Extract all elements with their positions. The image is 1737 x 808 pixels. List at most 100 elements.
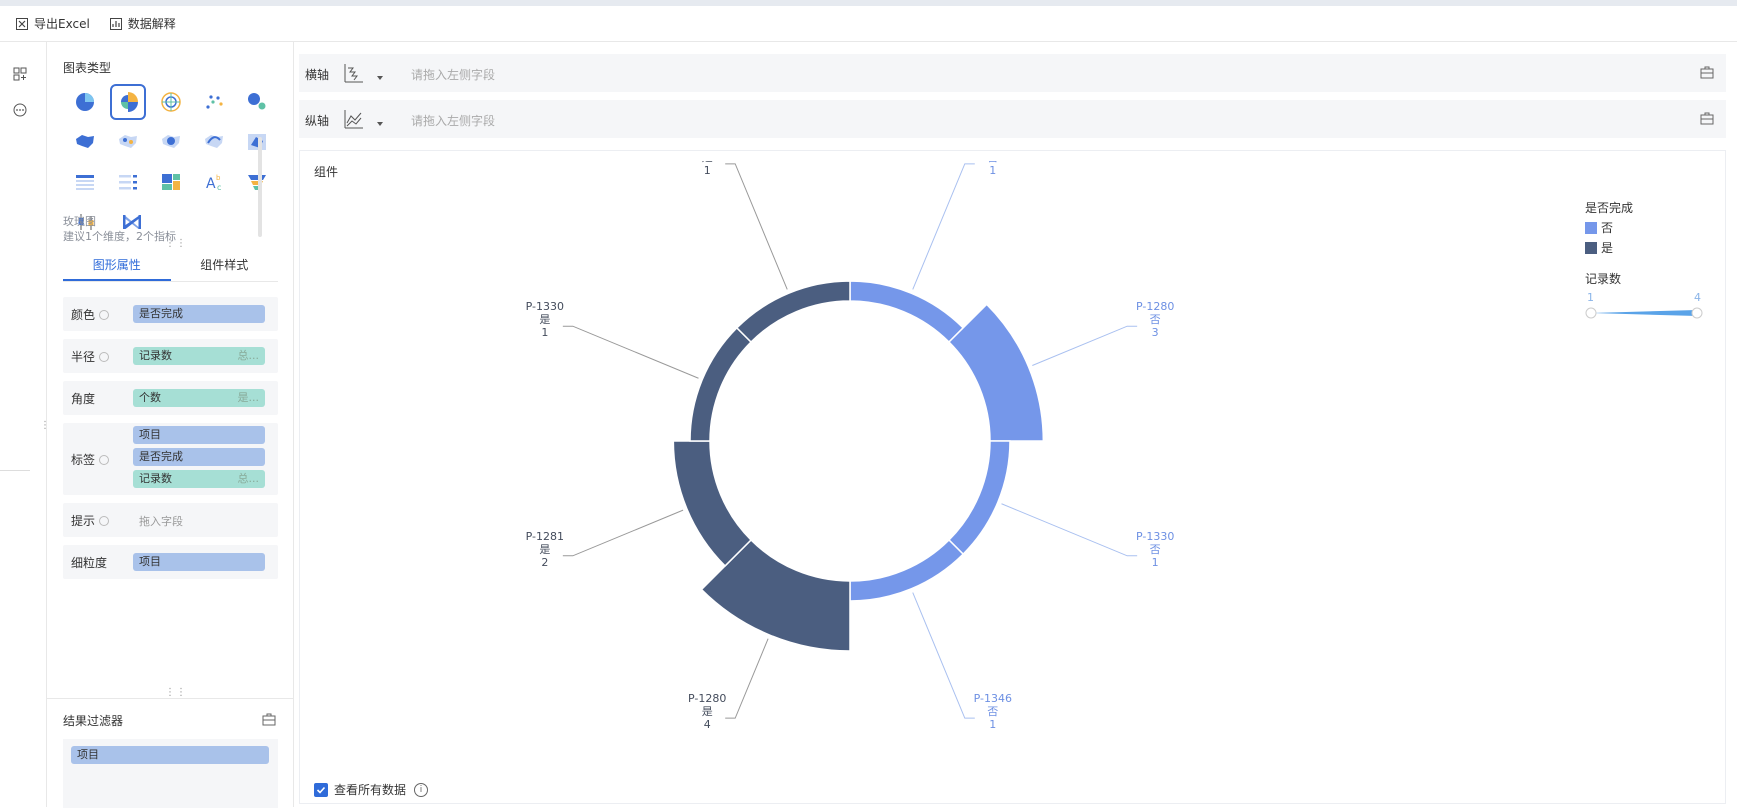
data-label: 是 <box>539 313 550 326</box>
detail-table-icon[interactable] <box>106 166 149 198</box>
gear-icon[interactable] <box>99 309 110 320</box>
rose-slice[interactable] <box>689 326 753 442</box>
bubble-chart-icon[interactable] <box>235 86 278 118</box>
filter-drop-zone[interactable]: 项目 <box>63 739 278 808</box>
export-excel-label: 导出Excel <box>34 17 90 31</box>
prop-granularity: 细粒度 项目 <box>63 545 278 579</box>
x-axis-shelf[interactable]: 横轴 请拖入左侧字段 <box>299 54 1726 92</box>
svg-text:c: c <box>217 183 221 192</box>
prop-tag-label: 标签 <box>71 453 96 467</box>
treemap-icon[interactable] <box>149 166 192 198</box>
legend-size-title: 记录数 <box>1585 272 1622 286</box>
legend-item-yes[interactable]: 是 <box>1585 239 1705 256</box>
selected-chart-name: 玫瑰图 <box>63 215 96 228</box>
rose-slice[interactable] <box>735 280 851 344</box>
map-flow-icon[interactable] <box>192 126 235 158</box>
filter-config-icon[interactable] <box>262 713 276 726</box>
tab-component-style[interactable]: 组件样式 <box>171 250 279 281</box>
filter-title: 结果过滤器 <box>63 714 124 728</box>
data-label: 1 <box>541 326 548 339</box>
slider-handle-min[interactable] <box>1585 307 1597 319</box>
prop-angle: 角度 个数 是... <box>63 381 278 415</box>
x-axis-type-icon[interactable] <box>343 62 365 84</box>
wordcloud-icon[interactable]: Abc <box>192 166 235 198</box>
export-excel-button[interactable]: 导出Excel <box>16 15 90 32</box>
label-leader-line <box>912 592 975 719</box>
chart-legend: 是否完成 否 是 记录数 1 4 <box>1585 199 1705 322</box>
angle-field-name: 个数 <box>139 391 161 404</box>
more-icon[interactable] <box>10 100 30 120</box>
y-axis-label: 纵轴 <box>305 114 330 128</box>
map-area-icon[interactable] <box>235 126 278 158</box>
data-label: P-1330 <box>526 300 564 313</box>
y-axis-config-icon[interactable] <box>1700 112 1714 125</box>
tag-field-pill[interactable]: 记录数 总... <box>133 470 265 488</box>
data-label: 是 <box>702 705 713 718</box>
granularity-field-pill[interactable]: 项目 <box>133 553 265 571</box>
x-axis-config-icon[interactable] <box>1700 66 1714 79</box>
chevron-down-icon[interactable] <box>377 122 383 126</box>
rose-slice[interactable] <box>947 440 1011 556</box>
pie-chart-icon[interactable] <box>63 86 106 118</box>
tag-field-name: 记录数 <box>139 472 172 485</box>
tag-field-pill[interactable]: 项目 <box>133 426 265 444</box>
filter-field-pill[interactable]: 项目 <box>71 746 269 764</box>
data-label: P-1280 <box>688 692 726 705</box>
chart-type-scrollbar[interactable] <box>258 137 262 237</box>
show-all-data-toggle[interactable]: 查看所有数据 i <box>314 781 429 798</box>
component-title: 组件 <box>314 165 339 179</box>
y-axis-type-icon[interactable] <box>343 108 365 130</box>
data-label: 1 <box>1152 556 1159 569</box>
label-leader-line <box>562 325 699 379</box>
legend-item-no[interactable]: 否 <box>1585 219 1705 236</box>
tooltip-drop-zone[interactable]: 拖入字段 <box>139 513 183 529</box>
gear-icon[interactable] <box>99 454 110 465</box>
data-label: 1 <box>989 718 996 731</box>
rose-slice[interactable] <box>849 538 965 602</box>
rose-slice[interactable] <box>672 440 753 567</box>
slider-handle-max[interactable] <box>1691 307 1703 319</box>
y-axis-shelf[interactable]: 纵轴 请拖入左侧字段 <box>299 100 1726 138</box>
info-icon[interactable]: i <box>414 782 429 797</box>
funnel-icon[interactable] <box>235 166 278 198</box>
data-label: P-1330 <box>1136 530 1174 543</box>
selected-chart-hint: 建议1个维度，2个指标 <box>63 230 176 243</box>
show-all-label: 查看所有数据 <box>334 783 407 797</box>
data-label: 1 <box>704 164 711 177</box>
scatter-chart-icon[interactable] <box>192 86 235 118</box>
rose-chart-icon[interactable] <box>106 84 149 120</box>
gear-icon[interactable] <box>99 351 110 362</box>
svg-text:A: A <box>206 176 216 192</box>
prop-tooltip-label: 提示 <box>71 514 96 528</box>
data-explain-button[interactable]: 数据解释 <box>109 15 176 32</box>
legend-size-slider[interactable] <box>1585 305 1705 319</box>
chevron-down-icon[interactable] <box>377 76 383 80</box>
section-resize-handle-top[interactable]: ⋮⋮ <box>165 238 187 249</box>
prop-radius-label: 半径 <box>71 350 96 364</box>
label-leader-line <box>725 638 769 719</box>
section-resize-handle-bottom[interactable]: ⋮⋮ <box>165 687 187 698</box>
tab-graphic-props[interactable]: 图形属性 <box>63 250 171 281</box>
map-heat-icon[interactable] <box>149 126 192 158</box>
data-label: 3 <box>1152 326 1159 339</box>
map-region-icon[interactable] <box>63 126 106 158</box>
legend-size-max: 4 <box>1694 291 1701 304</box>
layout-icon[interactable] <box>10 64 30 84</box>
rose-slice[interactable] <box>849 280 965 344</box>
tag-field-pill[interactable]: 是否完成 <box>133 448 265 466</box>
rose-slice[interactable] <box>947 303 1045 442</box>
angle-field-pill[interactable]: 个数 是... <box>133 389 265 407</box>
legend-color-title: 是否完成 <box>1585 201 1634 215</box>
label-leader-line <box>1032 325 1138 366</box>
table-icon[interactable] <box>63 166 106 198</box>
chart-canvas: 组件 P-0943否1P-1280否3P-1330否1P-1346否1P-128… <box>299 150 1726 804</box>
show-all-checkbox[interactable] <box>314 782 328 797</box>
radar-chart-icon[interactable] <box>149 86 192 118</box>
color-field-pill[interactable]: 是否完成 <box>133 305 265 323</box>
map-point-icon[interactable] <box>106 126 149 158</box>
rail-divider <box>0 470 30 471</box>
gear-icon[interactable] <box>99 515 110 526</box>
legend-label-yes: 是 <box>1601 241 1614 255</box>
legend-size-scale: 1 4 <box>1585 291 1701 305</box>
radius-field-pill[interactable]: 记录数 总... <box>133 347 265 365</box>
